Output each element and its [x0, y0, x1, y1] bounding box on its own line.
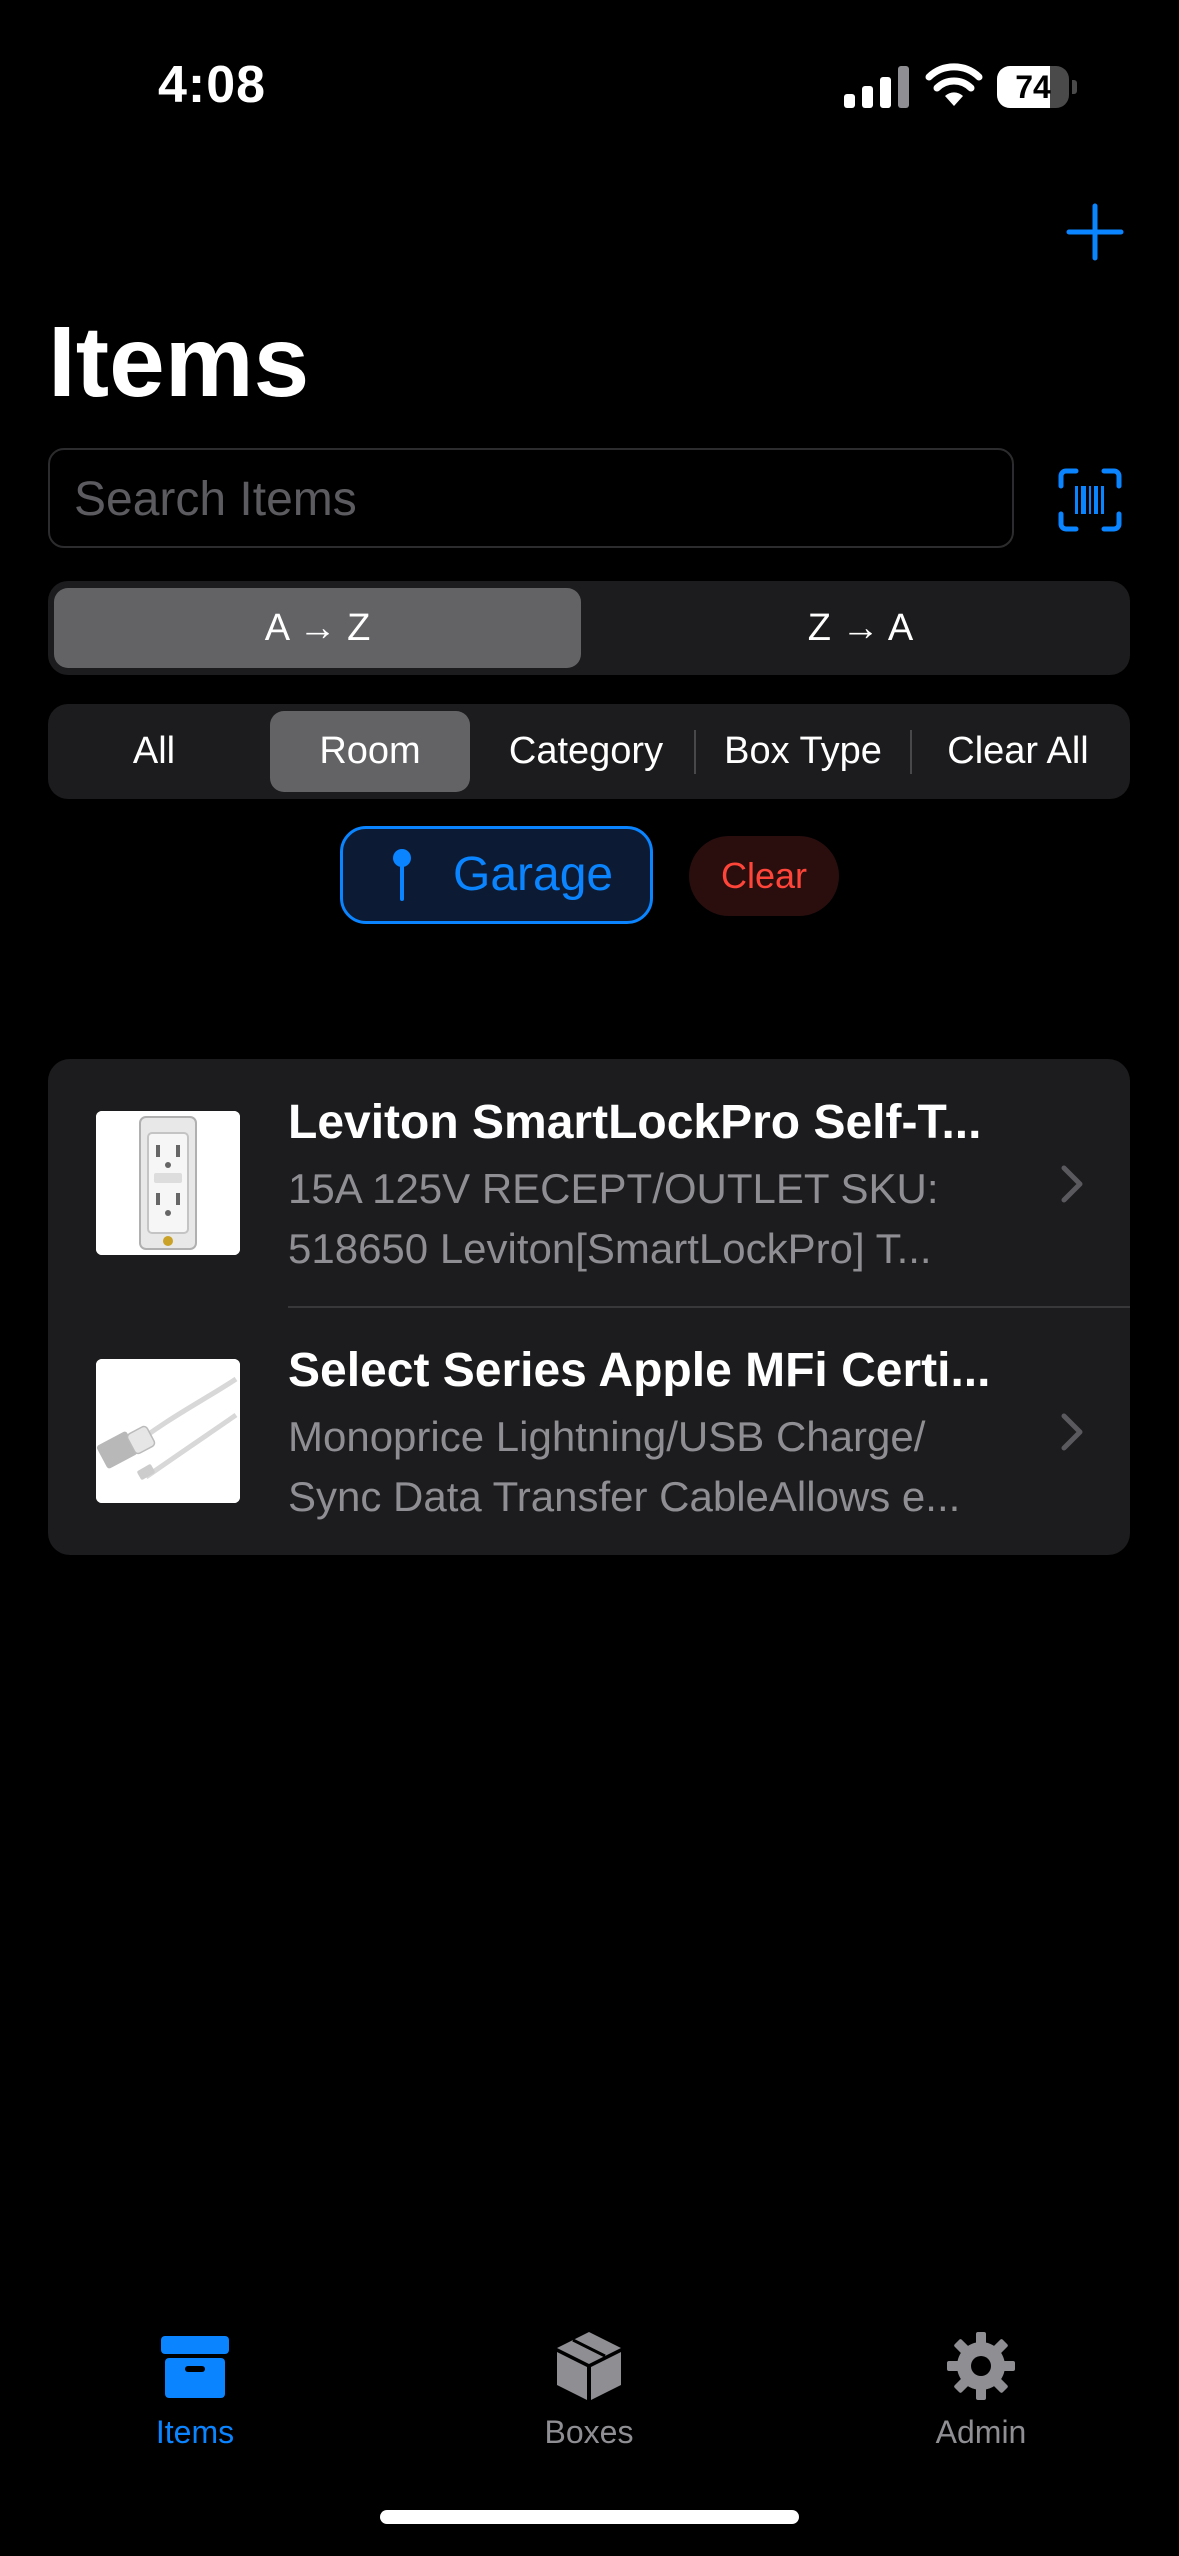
- sort-segmented-control: A → Z Z → A: [48, 581, 1130, 675]
- battery-percent: 74: [1015, 69, 1051, 105]
- active-filter-label: Garage: [453, 848, 614, 901]
- archivebox-icon: [161, 2336, 229, 2398]
- pin-icon: [393, 849, 411, 901]
- filter-all[interactable]: All: [54, 711, 254, 792]
- search-input[interactable]: [72, 450, 996, 548]
- chevron-right-icon: [1061, 1165, 1083, 1203]
- home-indicator: [380, 2510, 799, 2524]
- sort-z-a[interactable]: Z → A: [597, 588, 1124, 668]
- chevron-right-icon: [1061, 1413, 1083, 1451]
- filter-segmented-control: All Room Category Box Type Clear All: [48, 704, 1130, 799]
- list-item[interactable]: Select Series Apple MFi Certi... Monopri…: [48, 1307, 1130, 1555]
- filter-clear-all[interactable]: Clear All: [912, 711, 1124, 792]
- gear-icon: [947, 2332, 1015, 2400]
- item-description-line: Monoprice Lightning/USB Charge/: [288, 1413, 926, 1460]
- item-title: Select Series Apple MFi Certi...: [288, 1344, 991, 1397]
- tab-label: Admin: [935, 2414, 1027, 2450]
- items-list: Leviton SmartLockPro Self-T... 15A 125V …: [48, 1059, 1130, 1555]
- cable-thumbnail: [96, 1359, 240, 1503]
- cube-box-icon: [557, 2332, 621, 2400]
- item-title: Leviton SmartLockPro Self-T...: [288, 1096, 982, 1149]
- filter-room[interactable]: Room: [270, 711, 470, 792]
- tab-boxes[interactable]: Boxes: [489, 2330, 689, 2451]
- clear-filter-button[interactable]: Clear: [689, 836, 839, 916]
- page-title: Items: [48, 306, 310, 418]
- item-description-line: 15A 125V RECEPT/OUTLET SKU:: [288, 1165, 939, 1212]
- outlet-thumbnail: [96, 1111, 240, 1255]
- wifi-icon: [925, 63, 983, 106]
- cellular-signal-icon: [844, 66, 909, 108]
- search-field[interactable]: [48, 448, 1014, 548]
- filter-category[interactable]: Category: [478, 711, 694, 792]
- barcode-scan-icon[interactable]: [1058, 468, 1122, 532]
- plus-icon[interactable]: [1063, 200, 1127, 264]
- item-description-line: 518650 Leviton[SmartLockPro] T...: [288, 1225, 932, 1272]
- status-time: 4:08: [158, 56, 267, 114]
- item-description: Monoprice Lightning/USB Charge/ Sync Dat…: [288, 1407, 1068, 1527]
- filter-box-type[interactable]: Box Type: [696, 711, 910, 792]
- item-description: 15A 125V RECEPT/OUTLET SKU: 518650 Levit…: [288, 1159, 1068, 1279]
- tab-items[interactable]: Items: [95, 2330, 295, 2451]
- list-item[interactable]: Leviton SmartLockPro Self-T... 15A 125V …: [48, 1059, 1130, 1308]
- sort-a-z[interactable]: A → Z: [54, 588, 581, 668]
- battery-indicator: 74: [997, 66, 1077, 108]
- item-description-line: Sync Data Transfer CableAllows e...: [288, 1473, 961, 1520]
- tab-label: Items: [155, 2414, 235, 2450]
- active-filter-chip[interactable]: Garage: [340, 826, 653, 924]
- tab-label: Boxes: [544, 2414, 634, 2450]
- tab-admin[interactable]: Admin: [881, 2330, 1081, 2451]
